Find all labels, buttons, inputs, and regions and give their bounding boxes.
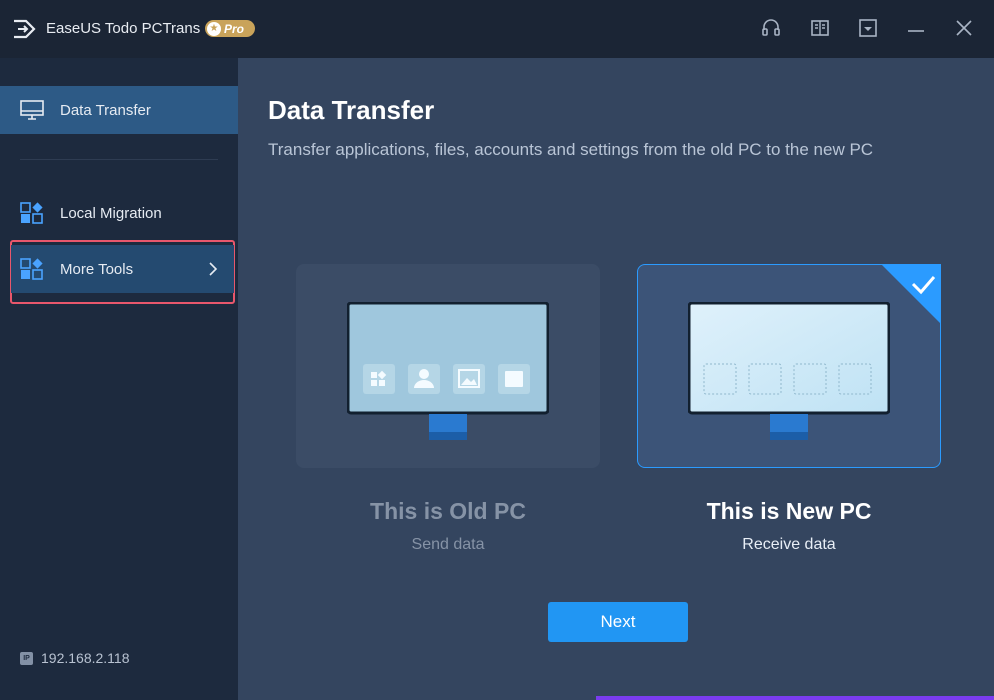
next-button[interactable]: Next bbox=[548, 602, 688, 642]
manual-icon[interactable] bbox=[809, 17, 831, 39]
pro-badge-label: Pro bbox=[224, 21, 245, 36]
sidebar-item-data-transfer[interactable]: Data Transfer bbox=[0, 86, 238, 134]
sidebar-item-label: Local Migration bbox=[60, 204, 162, 222]
sidebar-item-more-tools[interactable]: More Tools bbox=[11, 245, 234, 293]
minimize-icon[interactable] bbox=[905, 17, 927, 39]
sidebar-item-label: More Tools bbox=[60, 260, 134, 278]
new-pc-caption: Receive data bbox=[742, 536, 836, 553]
monitor-icon bbox=[20, 100, 44, 120]
ip-icon: IP bbox=[20, 651, 33, 665]
app-title: EaseUS Todo PCTrans bbox=[46, 20, 201, 37]
sidebar-item-label: Data Transfer bbox=[60, 101, 151, 119]
download-icon[interactable] bbox=[857, 17, 879, 39]
sidebar: Data Transfer Local Migration More Tools… bbox=[0, 58, 238, 700]
old-pc-caption: Send data bbox=[411, 536, 485, 553]
chevron-right-icon bbox=[209, 262, 218, 276]
close-icon[interactable] bbox=[953, 17, 975, 39]
main-panel: Data Transfer Transfer applications, fil… bbox=[238, 58, 994, 700]
ip-address-area: IP 192.168.2.118 bbox=[20, 650, 130, 666]
old-pc-monitor-icon bbox=[347, 302, 549, 440]
grid-icon bbox=[20, 258, 43, 280]
easeus-logo-icon bbox=[14, 19, 36, 39]
old-pc-title: This is Old PC bbox=[370, 498, 526, 524]
grid-icon bbox=[20, 202, 43, 224]
sidebar-divider bbox=[20, 159, 218, 160]
title-bar: EaseUS Todo PCTrans ★ Pro bbox=[0, 0, 994, 58]
check-icon bbox=[881, 264, 941, 324]
page-title: Data Transfer bbox=[268, 95, 435, 125]
pro-badge: ★ Pro bbox=[205, 20, 255, 37]
sidebar-item-local-migration[interactable]: Local Migration bbox=[0, 189, 238, 237]
page-subtitle: Transfer applications, files, accounts a… bbox=[268, 140, 874, 159]
bottom-accent-bar bbox=[596, 696, 994, 700]
ip-address: 192.168.2.118 bbox=[41, 650, 130, 666]
new-pc-card[interactable] bbox=[637, 264, 941, 468]
star-icon: ★ bbox=[207, 21, 221, 36]
headset-icon[interactable] bbox=[760, 17, 782, 39]
new-pc-title: This is New PC bbox=[706, 498, 872, 524]
new-pc-monitor-icon bbox=[688, 302, 890, 440]
old-pc-card[interactable] bbox=[296, 264, 600, 468]
